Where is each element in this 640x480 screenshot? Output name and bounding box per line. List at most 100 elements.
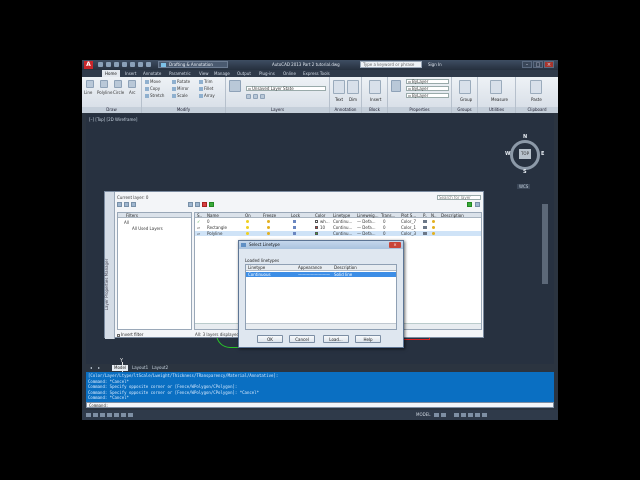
minimize-button[interactable]: –	[522, 61, 532, 68]
redo-icon[interactable]	[146, 62, 151, 67]
layer-name[interactable]: Polyline	[207, 231, 222, 236]
save-as-icon[interactable]	[122, 62, 127, 67]
text-button[interactable]: Text	[333, 80, 345, 102]
vp-freeze-icon[interactable]	[432, 232, 435, 235]
color-swatch[interactable]	[315, 232, 318, 235]
table-row[interactable]: ✓ 0 wh... Continu... — Defa... 0 Color_7	[195, 219, 481, 224]
layer-off-icon[interactable]	[253, 94, 258, 99]
cancel-button[interactable]: Cancel	[289, 335, 315, 343]
open-icon[interactable]	[106, 62, 111, 67]
scale-button[interactable]: Scale	[172, 93, 188, 98]
freeze-sun-icon[interactable]	[267, 226, 270, 229]
rotate-button[interactable]: Rotate	[172, 79, 190, 84]
compass-east[interactable]: E	[541, 151, 544, 157]
lineweight-toggle-icon[interactable]	[128, 413, 133, 417]
layer-search-input[interactable]: Search for layer	[437, 195, 481, 200]
col-linetype[interactable]: Linetype	[248, 265, 265, 271]
unlock-icon[interactable]	[293, 226, 296, 229]
grid-icon[interactable]	[86, 413, 91, 417]
printer-icon[interactable]	[423, 232, 427, 235]
clean-screen-icon[interactable]	[482, 413, 487, 417]
osnap-icon[interactable]	[114, 413, 119, 417]
new-icon[interactable]	[98, 62, 103, 67]
group-button[interactable]: Group	[459, 80, 472, 102]
settings-icon[interactable]	[475, 202, 480, 207]
application-menu-button[interactable]: A	[84, 61, 93, 69]
polyline-icon[interactable]	[100, 80, 108, 88]
on-bulb-icon[interactable]	[246, 232, 249, 235]
layers-panel-label[interactable]: Layers	[226, 107, 329, 113]
col-appearance[interactable]: Appearance	[298, 265, 322, 271]
new-filter-icon[interactable]	[117, 202, 122, 207]
compass-west[interactable]: W	[505, 151, 511, 157]
trim-button[interactable]: Trim	[199, 79, 213, 84]
quick-view-layouts-icon[interactable]	[434, 413, 439, 417]
tab-view[interactable]: View	[196, 70, 212, 77]
layer-linetype[interactable]: Continu...	[333, 219, 352, 224]
col-plot[interactable]: P..	[423, 213, 427, 218]
new-layer-icon[interactable]	[188, 202, 193, 207]
stretch-button[interactable]: Stretch	[145, 93, 164, 98]
layer-state-combo[interactable]: Unsaved Layer State	[246, 86, 326, 91]
modify-panel-label[interactable]: Modify	[142, 107, 225, 113]
fillet-button[interactable]: Fillet	[199, 86, 213, 91]
maximize-button[interactable]: □	[533, 61, 543, 68]
sign-in-button[interactable]: Sign In	[428, 62, 442, 68]
tab-insert[interactable]: Insert	[122, 70, 139, 77]
model-space-button[interactable]: MODEL	[416, 412, 430, 418]
keyword-search-input[interactable]: Type a keyword or phrase	[360, 61, 422, 68]
col-linetype[interactable]: Linetype	[333, 213, 350, 218]
mirror-button[interactable]: Mirror	[172, 86, 189, 91]
viewcube-top-face[interactable]: TOP	[519, 149, 531, 159]
annotation-panel-label[interactable]: Annotation	[330, 107, 361, 113]
tab-output[interactable]: Output	[234, 70, 254, 77]
groups-panel-label[interactable]: Groups	[452, 107, 477, 113]
lock-icon[interactable]	[468, 413, 473, 417]
layer-states-icon[interactable]	[131, 202, 136, 207]
polar-icon[interactable]	[107, 413, 112, 417]
paste-button[interactable]: Paste	[530, 80, 542, 102]
table-row[interactable]: ▱ Polyline Continu... — Defa... 0 Color_…	[195, 231, 481, 236]
new-group-filter-icon[interactable]	[124, 202, 129, 207]
filter-all[interactable]: All	[124, 220, 129, 225]
close-button[interactable]: ×	[544, 61, 554, 68]
palette-title-strip[interactable]: Layer Properties Manager	[104, 192, 115, 339]
tab-express-tools[interactable]: Express Tools	[300, 70, 333, 77]
measure-button[interactable]: Measure	[490, 80, 508, 102]
layer-linetype[interactable]: Continu...	[333, 225, 352, 230]
freeze-sun-icon[interactable]	[267, 220, 270, 223]
dim-button[interactable]: Dim	[347, 80, 359, 102]
command-history[interactable]: [Color/Layer/Ltype/ltScale/Lweight/Thick…	[86, 372, 554, 402]
navigation-bar[interactable]	[542, 204, 548, 284]
circle-icon[interactable]	[114, 80, 122, 88]
col-freeze[interactable]: Freeze	[263, 213, 276, 218]
col-description[interactable]: Description	[441, 213, 464, 218]
unlock-icon[interactable]	[293, 232, 296, 235]
table-row[interactable]: ▱ Rectangle 10 Continu... — Defa... 0 Co…	[195, 225, 481, 230]
load-button[interactable]: Load...	[323, 335, 349, 343]
viewcube[interactable]: TOP N S E W	[505, 134, 546, 175]
on-bulb-icon[interactable]	[246, 226, 249, 229]
compass-north[interactable]: N	[523, 134, 527, 140]
tab-manage[interactable]: Manage	[211, 70, 233, 77]
tab-model[interactable]: Model	[112, 365, 129, 371]
vp-freeze-icon[interactable]	[432, 226, 435, 229]
properties-panel-label[interactable]: Properties	[388, 107, 451, 113]
command-input[interactable]: Command:	[86, 402, 554, 408]
col-description[interactable]: Description	[334, 265, 357, 271]
tab-home[interactable]: Home	[102, 70, 120, 77]
compass-south[interactable]: S	[523, 169, 527, 175]
workspace-dropdown[interactable]: Drafting & Annotation	[158, 61, 228, 68]
linetype-combo[interactable]: ByLayer	[406, 93, 449, 98]
delete-layer-icon[interactable]	[202, 202, 207, 207]
line-icon[interactable]	[86, 80, 94, 88]
drawing-area[interactable]: [–] [Top] [2D Wireframe] TOP N S E W WCS…	[86, 114, 554, 390]
ok-button[interactable]: OK	[257, 335, 283, 343]
tab-online[interactable]: Online	[280, 70, 299, 77]
printer-icon[interactable]	[423, 220, 427, 223]
refresh-icon[interactable]	[467, 202, 472, 207]
utilities-panel-label[interactable]: Utilities	[478, 107, 515, 113]
tab-nav-next-icon[interactable]: ▸	[96, 365, 102, 371]
vp-freeze-icon[interactable]	[432, 220, 435, 223]
color-combo[interactable]: ByLayer	[406, 79, 449, 84]
